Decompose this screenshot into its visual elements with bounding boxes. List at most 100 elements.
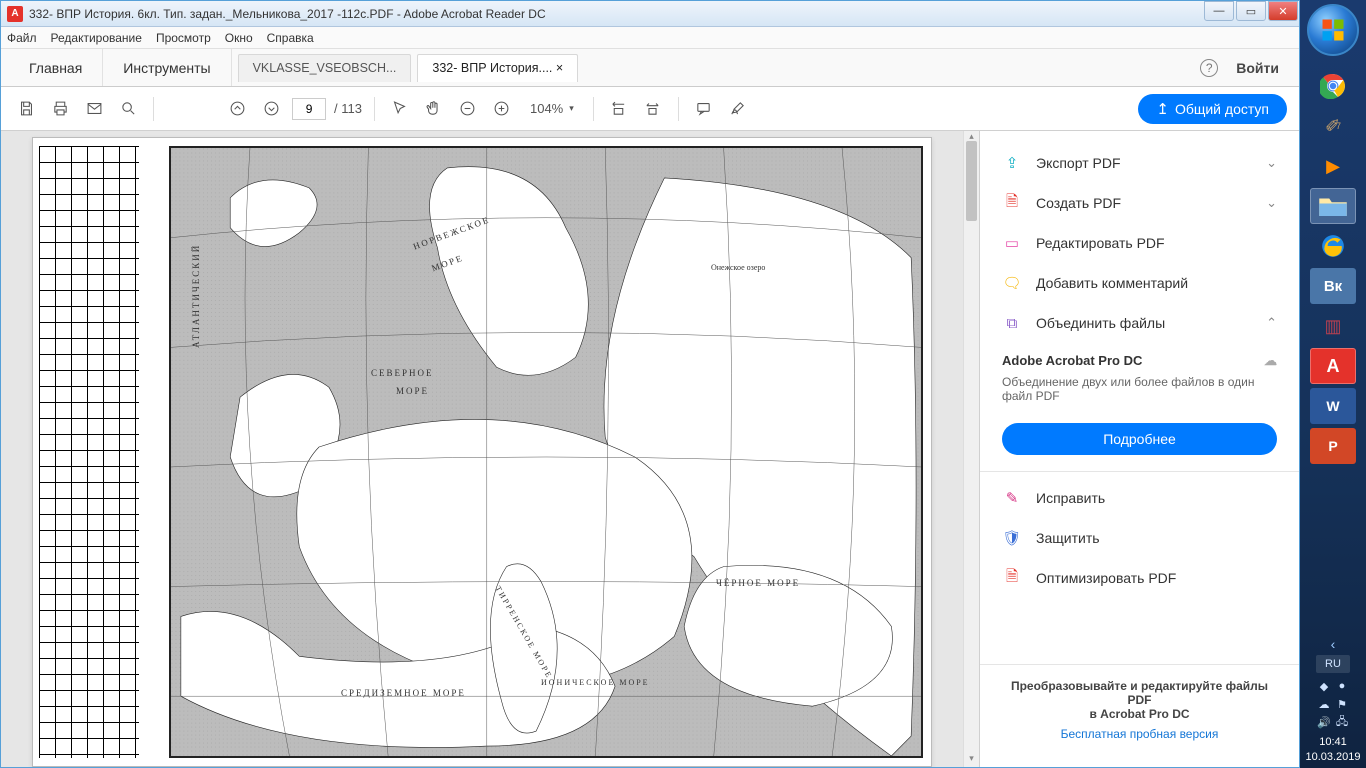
- login-button[interactable]: Войти: [1236, 60, 1279, 76]
- menu-file[interactable]: Файл: [7, 31, 37, 45]
- rp-create-label: Создать PDF: [1036, 195, 1121, 211]
- label-black: ЧЁРНОЕ МОРЕ: [716, 578, 800, 588]
- rp-fix-label: Исправить: [1036, 490, 1105, 506]
- label-ion: ИОНИЧЕСКОЕ МОРЕ: [541, 678, 650, 687]
- close-button[interactable]: ✕: [1268, 1, 1298, 21]
- doctab-1-label: VKLASSE_VSEOBSCH...: [253, 61, 397, 75]
- doctab-2[interactable]: 332- ВПР История.... ×: [417, 54, 578, 82]
- rp-sub-desc: Объединение двух или более файлов в один…: [1002, 375, 1277, 403]
- tray-expand-icon[interactable]: ‹: [1300, 637, 1366, 651]
- combine-icon: ⧉: [1002, 313, 1022, 333]
- taskbar-powerpoint-icon[interactable]: P: [1310, 428, 1356, 464]
- menubar: Файл Редактирование Просмотр Окно Справк…: [1, 27, 1299, 49]
- label-sea2: МОРЕ: [396, 386, 429, 396]
- window-title: 332- ВПР История. 6кл. Тип. задан._Мельн…: [29, 7, 1203, 21]
- export-icon: ⇪: [1002, 153, 1022, 173]
- taskbar-app1-icon[interactable]: ▥: [1310, 308, 1356, 344]
- scroll-down-icon[interactable]: ▾: [964, 753, 979, 767]
- menu-window[interactable]: Окно: [225, 31, 253, 45]
- chevron-up-icon: ⌃: [1266, 315, 1277, 331]
- menu-help[interactable]: Справка: [267, 31, 314, 45]
- page-input[interactable]: [292, 98, 326, 120]
- zoom-select[interactable]: 104%: [523, 98, 581, 119]
- rp-combine-files[interactable]: ⧉ Объединить файлы ⌃: [980, 303, 1299, 343]
- menu-edit[interactable]: Редактирование: [51, 31, 142, 45]
- taskbar-vk-icon[interactable]: Вк: [1310, 268, 1356, 304]
- sign-tool-icon[interactable]: [725, 96, 751, 122]
- doctab-1[interactable]: VKLASSE_VSEOBSCH...: [238, 54, 412, 82]
- maximize-button[interactable]: ▭: [1236, 1, 1266, 21]
- comment-tool-icon[interactable]: [691, 96, 717, 122]
- clock-date: 10.03.2019: [1305, 750, 1360, 764]
- fit-width-icon[interactable]: [606, 96, 632, 122]
- share-button[interactable]: Общий доступ: [1138, 94, 1287, 124]
- print-icon[interactable]: [47, 96, 73, 122]
- taskbar-ie-icon[interactable]: [1310, 228, 1356, 264]
- search-icon[interactable]: [115, 96, 141, 122]
- label-onega: Онежское озеро: [711, 263, 765, 272]
- chevron-down-icon: ⌄: [1266, 155, 1277, 171]
- taskbar-word-icon[interactable]: W: [1310, 388, 1356, 424]
- tray-cloud-icon[interactable]: ☁: [1317, 697, 1331, 711]
- rp-protect[interactable]: 🛡Защитить: [980, 518, 1299, 558]
- shield-icon: 🛡: [1002, 528, 1022, 548]
- tab-tools[interactable]: Инструменты: [103, 49, 231, 86]
- tray-network-icon[interactable]: 🖧: [1335, 715, 1349, 729]
- rp-export-label: Экспорт PDF: [1036, 155, 1121, 171]
- rp-edit-pdf[interactable]: ▭ Редактировать PDF: [980, 223, 1299, 263]
- vertical-scrollbar[interactable]: ▴ ▾: [963, 131, 979, 767]
- help-icon[interactable]: ?: [1200, 59, 1218, 77]
- tab-home[interactable]: Главная: [9, 49, 103, 86]
- clock[interactable]: 10:41 10.03.2019: [1305, 735, 1360, 764]
- chevron-down-icon: ⌄: [1266, 195, 1277, 211]
- tray-shield-icon[interactable]: ◆: [1317, 679, 1331, 693]
- zoom-in-icon[interactable]: [489, 96, 515, 122]
- page-total: / 113: [334, 101, 362, 116]
- page-down-icon[interactable]: [258, 96, 284, 122]
- system-tray: ‹ RU ◆ ● ☁ ⚑ 🔊 🖧 10:41 10.03.2019: [1300, 637, 1366, 768]
- rp-optimize[interactable]: 🗎Оптимизировать PDF: [980, 558, 1299, 598]
- content-row: НОРВЕЖСКОЕ МОРЕ СЕВЕРНОЕ МОРЕ АТЛАНТИЧЕС…: [1, 131, 1299, 767]
- rp-footer-line1: Преобразовывайте и редактируйте файлы PD…: [1011, 679, 1268, 707]
- taskbar-explorer-icon[interactable]: [1310, 188, 1356, 224]
- rp-optimize-label: Оптимизировать PDF: [1036, 570, 1176, 586]
- document-scroll[interactable]: НОРВЕЖСКОЕ МОРЕ СЕВЕРНОЕ МОРЕ АТЛАНТИЧЕС…: [1, 131, 963, 767]
- rp-learn-more-button[interactable]: Подробнее: [1002, 423, 1277, 455]
- edit-icon: ▭: [1002, 233, 1022, 253]
- rp-trial-link[interactable]: Бесплатная пробная версия: [1002, 727, 1277, 741]
- rp-export-pdf[interactable]: ⇪ Экспорт PDF ⌄: [980, 143, 1299, 183]
- tray-flag-icon[interactable]: ⚑: [1335, 697, 1349, 711]
- start-button[interactable]: [1307, 4, 1359, 56]
- minimize-button[interactable]: —: [1204, 1, 1234, 21]
- taskbar-media-icon[interactable]: ▶: [1310, 148, 1356, 184]
- fix-icon: ✎: [1002, 488, 1022, 508]
- map-europe: НОРВЕЖСКОЕ МОРЕ СЕВЕРНОЕ МОРЕ АТЛАНТИЧЕС…: [169, 146, 923, 758]
- rp-fix[interactable]: ✎ Исправить: [980, 478, 1299, 518]
- hand-tool-icon[interactable]: [421, 96, 447, 122]
- windows-taskbar: ✐7 ▶ Вк ▥ A W P ‹ RU ◆ ● ☁ ⚑ 🔊 🖧 10:41: [1300, 0, 1366, 768]
- rp-combine-label: Объединить файлы: [1036, 315, 1165, 331]
- rp-sub-title: Adobe Acrobat Pro DC: [1002, 353, 1142, 369]
- create-icon: 🗎: [1002, 193, 1022, 213]
- zoom-out-icon[interactable]: [455, 96, 481, 122]
- taskbar-chrome-icon[interactable]: [1310, 68, 1356, 104]
- page-up-icon[interactable]: [224, 96, 250, 122]
- rp-add-comment[interactable]: 🗨Добавить комментарий: [980, 263, 1299, 303]
- rp-comment-label: Добавить комментарий: [1036, 275, 1188, 291]
- menu-view[interactable]: Просмотр: [156, 31, 211, 45]
- rp-edit-label: Редактировать PDF: [1036, 235, 1165, 251]
- acrobat-window: A 332- ВПР История. 6кл. Тип. задан._Мел…: [0, 0, 1300, 768]
- taskbar-acrobat-icon[interactable]: A: [1310, 348, 1356, 384]
- scroll-thumb[interactable]: [966, 141, 977, 221]
- tray-volume-icon[interactable]: 🔊: [1317, 715, 1331, 729]
- save-icon[interactable]: [13, 96, 39, 122]
- right-panel: ⇪ Экспорт PDF ⌄ 🗎 Создать PDF ⌄ ▭ Редактирова…: [979, 131, 1299, 767]
- mail-icon[interactable]: [81, 96, 107, 122]
- fit-page-icon[interactable]: [640, 96, 666, 122]
- taskbar-gimp-icon[interactable]: ✐7: [1310, 108, 1356, 144]
- rp-create-pdf[interactable]: 🗎 Создать PDF ⌄: [980, 183, 1299, 223]
- tray-chrome-icon[interactable]: ●: [1335, 679, 1349, 693]
- titlebar[interactable]: A 332- ВПР История. 6кл. Тип. задан._Мел…: [1, 1, 1299, 27]
- select-tool-icon[interactable]: [387, 96, 413, 122]
- language-indicator[interactable]: RU: [1316, 655, 1350, 673]
